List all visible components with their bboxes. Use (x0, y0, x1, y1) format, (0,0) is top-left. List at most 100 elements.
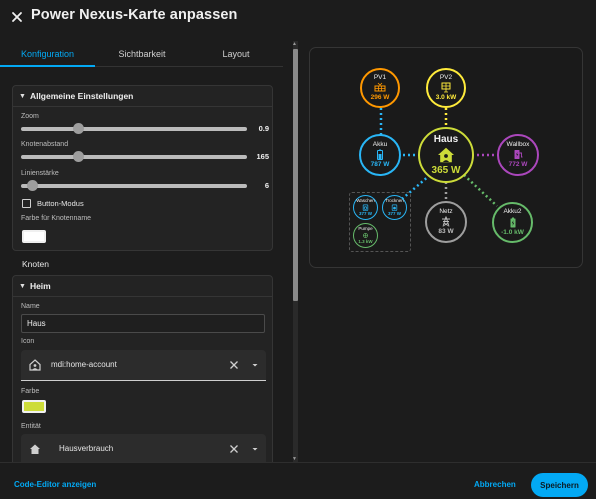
node-haus[interactable]: Haus 365 W (418, 127, 474, 183)
general-settings-card: ▼ Allgemeine Einstellungen Zoom 0.9 Knot… (12, 85, 273, 251)
collapse-triangle-icon: ▼ (19, 282, 26, 290)
node-haus-value: 365 W (431, 164, 461, 176)
ev-station-icon (514, 150, 523, 159)
node-wallbox-name: Wallbox (506, 140, 530, 148)
battery-charging-icon (510, 217, 515, 227)
name-label: Name (21, 303, 40, 310)
icon-picker-value: mdi:home-account (51, 360, 117, 369)
home-icon (30, 444, 40, 454)
tab-layout[interactable]: Layout (189, 40, 283, 67)
node-name-color-swatch[interactable] (22, 230, 46, 243)
zoom-label: Zoom (21, 113, 39, 120)
node-pumpe-name: Pumpe (358, 225, 373, 231)
line-width-value: 6 (264, 181, 269, 190)
scroll-up-arrow-icon[interactable]: ▲ (292, 41, 297, 47)
general-settings-title: Allgemeine Einstellungen (29, 91, 134, 101)
solar-panel-icon (374, 82, 386, 92)
close-button[interactable] (7, 7, 27, 27)
dropdown-arrow-icon[interactable] (249, 359, 261, 371)
node-akku[interactable]: Akku 787 W (359, 134, 401, 176)
home-color-swatch[interactable] (22, 400, 46, 413)
node-pv1-name: PV1 (373, 73, 387, 81)
button-mode-checkbox[interactable] (22, 199, 31, 208)
node-akku2[interactable]: Akku2 -1.0 kW (492, 202, 533, 243)
dropdown-arrow-icon[interactable] (249, 443, 261, 455)
scrollbar-thumb[interactable] (293, 49, 298, 301)
divider (13, 296, 272, 297)
node-pv1-value: 296 W (370, 94, 390, 101)
node-waschen[interactable]: Waschen 377 W (353, 195, 378, 220)
color-label: Farbe (21, 388, 40, 395)
node-trocknen-name: Trocknen (385, 197, 404, 203)
card-preview: PV1 296 W PV2 3.0 kW Akku 787 W Haus 365… (309, 47, 583, 268)
line-width-slider-handle[interactable] (27, 180, 39, 191)
icon-label: Icon (21, 338, 35, 345)
battery-icon (377, 149, 383, 160)
general-settings-header[interactable]: ▼ Allgemeine Einstellungen (13, 86, 272, 106)
close-icon (12, 12, 22, 22)
home-color-fill (24, 402, 44, 411)
node-trocknen[interactable]: Trocknen 377 W (382, 195, 407, 220)
node-wallbox-value: 772 W (508, 161, 528, 168)
home-node-title: Heim (29, 281, 51, 291)
editor-scrollbar[interactable]: ▲ ▼ (291, 41, 298, 462)
washing-machine-icon (362, 204, 369, 211)
tab-sichtbarkeit[interactable]: Sichtbarkeit (95, 40, 189, 67)
divider (13, 106, 272, 107)
button-mode-label: Button-Modus (37, 199, 84, 208)
node-trocknen-value: 377 W (387, 211, 401, 216)
node-name-color-fill (24, 232, 44, 241)
node-akku2-name: Akku2 (503, 208, 522, 215)
cancel-button[interactable]: Abbrechen (474, 480, 516, 489)
node-haus-name: Haus (433, 133, 459, 145)
transmission-tower-icon (442, 216, 450, 227)
node-distance-label: Knotenabstand (21, 141, 69, 148)
code-editor-button[interactable]: Code-Editor anzeigen (14, 480, 96, 489)
node-pv2[interactable]: PV2 3.0 kW (426, 68, 466, 108)
entity-picker[interactable]: Hausverbrauch (21, 434, 266, 462)
collapse-triangle-icon: ▼ (19, 92, 26, 100)
node-netz[interactable]: Netz 83 W (425, 201, 467, 243)
active-tab-indicator (0, 65, 95, 67)
node-distance-slider[interactable] (21, 151, 247, 162)
node-akku2-value: -1.0 kW (501, 228, 524, 236)
node-netz-value: 83 W (438, 228, 454, 235)
zoom-slider[interactable] (21, 123, 247, 134)
node-distance-slider-handle[interactable] (72, 151, 84, 162)
node-akku-name: Akku (372, 140, 388, 148)
save-button[interactable]: Speichern (531, 473, 588, 497)
zoom-slider-handle[interactable] (72, 123, 84, 134)
dialog-title: Power Nexus-Karte anpassen (31, 7, 238, 23)
pump-icon (363, 232, 368, 238)
node-pv1[interactable]: PV1 296 W (360, 68, 400, 108)
name-input[interactable]: Haus (21, 314, 265, 333)
solar-panel-icon (441, 82, 451, 93)
node-pv2-name: PV2 (439, 73, 453, 81)
node-pv2-value: 3.0 kW (435, 94, 457, 101)
line-width-label: Linienstärke (21, 170, 59, 177)
node-pumpe[interactable]: Pumpe 1.3 kW (353, 223, 378, 248)
node-wallbox[interactable]: Wallbox 772 W (497, 134, 539, 176)
node-akku-value: 787 W (370, 161, 390, 168)
editor-panel: ▼ Allgemeine Einstellungen Zoom 0.9 Knot… (0, 68, 288, 462)
clear-icon[interactable] (228, 359, 240, 371)
home-node-header[interactable]: ▼ Heim (13, 276, 272, 296)
dryer-icon (391, 204, 398, 211)
node-name-color-label: Farbe für Knotenname (21, 215, 92, 222)
tab-konfiguration[interactable]: Konfiguration (0, 40, 95, 67)
home-account-icon (29, 359, 41, 371)
dialog-footer: Code-Editor anzeigen Abbrechen Speichern (0, 462, 596, 499)
home-account-icon (438, 147, 454, 162)
node-pumpe-value: 1.3 kW (358, 239, 373, 244)
nodes-section-title: Knoten (22, 259, 49, 269)
zoom-value: 0.9 (258, 124, 269, 133)
node-distance-value: 165 (256, 152, 269, 161)
home-node-card: ▼ Heim Name Haus Icon mdi:home-account F… (12, 275, 273, 462)
entity-label: Entität (21, 423, 41, 430)
tab-bar: Konfiguration Sichtbarkeit Layout (0, 40, 283, 67)
node-waschen-value: 377 W (358, 211, 372, 216)
line-width-slider[interactable] (21, 180, 247, 191)
clear-icon[interactable] (228, 443, 240, 455)
icon-picker[interactable]: mdi:home-account (21, 350, 266, 381)
node-netz-name: Netz (439, 207, 453, 215)
